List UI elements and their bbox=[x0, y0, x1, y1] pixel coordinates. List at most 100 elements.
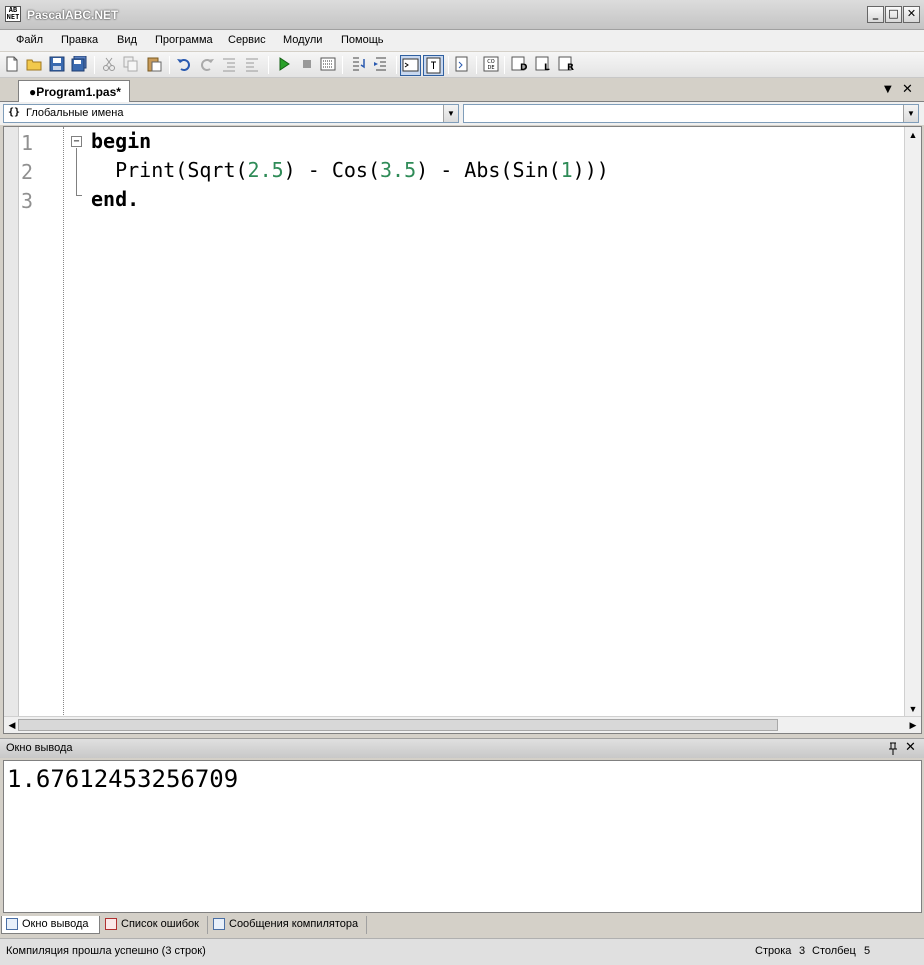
code-token: ))) bbox=[572, 158, 609, 182]
menu-edit[interactable]: Правка bbox=[61, 34, 98, 46]
braces-icon: {} bbox=[8, 107, 21, 118]
cut-icon[interactable] bbox=[101, 56, 117, 72]
redo-icon[interactable] bbox=[199, 56, 215, 72]
paste-icon[interactable] bbox=[146, 56, 162, 72]
breakpoint-gutter[interactable] bbox=[4, 127, 19, 717]
document-tab-strip: ●Program1.pas* ▼ ✕ bbox=[0, 78, 924, 102]
fold-guide-end bbox=[76, 195, 82, 196]
scope-dropdown[interactable]: {} Глобальные имена ▼ bbox=[3, 104, 459, 123]
output-window[interactable]: 1.67612453256709 bbox=[3, 760, 922, 913]
tab-close-icon[interactable]: ✕ bbox=[902, 82, 913, 97]
svg-text:R: R bbox=[567, 63, 574, 72]
navigation-bar: {} Глобальные имена ▼ ▼ bbox=[0, 102, 924, 125]
code-token: ) - Abs(Sin( bbox=[416, 158, 561, 182]
scroll-down-icon[interactable]: ▼ bbox=[905, 701, 921, 717]
watch-icon[interactable] bbox=[423, 55, 444, 76]
window-title: PascalABC.NET bbox=[27, 8, 119, 22]
fold-guide bbox=[76, 148, 77, 196]
tab-list-dropdown-icon[interactable]: ▼ bbox=[884, 84, 892, 95]
col-label: Столбец bbox=[812, 945, 856, 957]
menu-service[interactable]: Сервис bbox=[228, 34, 266, 46]
step-into-icon[interactable] bbox=[350, 56, 366, 72]
copy-icon[interactable] bbox=[123, 56, 139, 72]
scope-value: Глобальные имена bbox=[26, 107, 124, 119]
tab-label: Список ошибок bbox=[121, 918, 199, 930]
number-token: 3.5 bbox=[380, 158, 417, 182]
stop-icon[interactable] bbox=[299, 56, 315, 72]
debug-icon[interactable] bbox=[320, 56, 336, 72]
status-bar: Компиляция прошла успешно (3 строк) Стро… bbox=[0, 938, 924, 965]
output-window-icon bbox=[6, 918, 18, 930]
fold-toggle[interactable]: − bbox=[71, 136, 82, 147]
open-icon[interactable] bbox=[26, 56, 42, 72]
code-icon[interactable]: CODE bbox=[483, 56, 499, 72]
compiler-messages-icon bbox=[213, 918, 225, 930]
tab-compiler-messages[interactable]: Сообщения компилятора bbox=[209, 916, 367, 934]
row-value: 3 bbox=[799, 945, 806, 957]
keyword-token: end. bbox=[91, 187, 140, 211]
tab-label: ●Program1.pas* bbox=[29, 85, 121, 99]
bottom-tab-strip: Окно вывода Список ошибок Сообщения комп… bbox=[0, 914, 924, 936]
svg-text:DE: DE bbox=[487, 65, 494, 71]
menu-modules[interactable]: Модули bbox=[283, 34, 322, 46]
code-token: ) - Cos( bbox=[283, 158, 380, 182]
menu-program[interactable]: Программа bbox=[155, 34, 213, 46]
svg-text:D: D bbox=[520, 63, 527, 72]
error-list-icon bbox=[105, 918, 117, 930]
menu-view[interactable]: Вид bbox=[117, 34, 137, 46]
horizontal-scroll-thumb[interactable] bbox=[18, 719, 778, 731]
vertical-scrollbar[interactable]: ▲ ▼ bbox=[904, 127, 921, 717]
number-token: 2.5 bbox=[247, 158, 284, 182]
output-icon[interactable] bbox=[400, 55, 421, 76]
code-line: Print(Sqrt(2.5) - Cos(3.5) - Abs(Sin(1))… bbox=[91, 158, 609, 182]
format-icon[interactable] bbox=[454, 56, 470, 72]
close-button[interactable]: ✕ bbox=[903, 6, 920, 23]
svg-text:L: L bbox=[544, 63, 550, 72]
output-pane-header: Окно вывода ✕ bbox=[0, 738, 924, 758]
step-over-icon[interactable] bbox=[373, 56, 389, 72]
output-close-icon[interactable]: ✕ bbox=[905, 740, 916, 755]
horizontal-scrollbar[interactable]: ◀ ▶ bbox=[4, 716, 921, 733]
fold-margin bbox=[63, 127, 64, 717]
undo-icon[interactable] bbox=[176, 56, 192, 72]
code-token: Print(Sqrt( bbox=[91, 158, 248, 182]
menu-file[interactable]: Файл bbox=[16, 34, 43, 46]
view-l-icon[interactable]: L bbox=[535, 56, 551, 72]
chevron-down-icon[interactable]: ▼ bbox=[443, 105, 458, 122]
row-label: Строка bbox=[755, 945, 792, 957]
pin-icon[interactable] bbox=[887, 742, 899, 755]
code-line: end. bbox=[91, 187, 139, 211]
minimize-button[interactable]: _ bbox=[867, 6, 884, 23]
indent-icon[interactable] bbox=[221, 56, 237, 72]
tab-error-list[interactable]: Список ошибок bbox=[101, 916, 208, 934]
menu-bar: Файл Правка Вид Программа Сервис Модули … bbox=[0, 30, 924, 51]
view-d-icon[interactable]: D bbox=[511, 56, 527, 72]
line-number: 3 bbox=[21, 189, 34, 213]
save-all-icon[interactable] bbox=[71, 56, 87, 72]
member-dropdown[interactable]: ▼ bbox=[463, 104, 919, 123]
number-token: 1 bbox=[560, 158, 573, 182]
scroll-up-icon[interactable]: ▲ bbox=[905, 127, 921, 143]
line-number: 2 bbox=[21, 160, 34, 184]
run-icon[interactable] bbox=[276, 56, 292, 72]
new-file-icon[interactable] bbox=[4, 56, 20, 72]
view-r-icon[interactable]: R bbox=[558, 56, 574, 72]
chevron-down-icon[interactable]: ▼ bbox=[903, 105, 918, 122]
code-line: begin bbox=[91, 129, 151, 153]
outdent-icon[interactable] bbox=[244, 56, 260, 72]
maximize-button[interactable]: □ bbox=[885, 6, 902, 23]
col-value: 5 bbox=[864, 945, 871, 957]
app-icon: AB NET bbox=[5, 6, 21, 22]
tab-label: Сообщения компилятора bbox=[229, 918, 359, 930]
scroll-right-icon[interactable]: ▶ bbox=[905, 717, 921, 733]
output-pane-title: Окно вывода bbox=[6, 742, 73, 754]
line-number: 1 bbox=[21, 131, 34, 155]
tab-program1[interactable]: ●Program1.pas* bbox=[18, 80, 130, 102]
output-text: 1.67612453256709 bbox=[7, 765, 239, 793]
tab-output-window[interactable]: Окно вывода bbox=[1, 916, 100, 934]
menu-help[interactable]: Помощь bbox=[341, 34, 384, 46]
save-icon[interactable] bbox=[49, 56, 65, 72]
toolbar: CO DE D L R bbox=[0, 52, 924, 78]
code-editor[interactable]: 1 2 3 − begin Print(Sqrt(2.5) - Cos(3.5)… bbox=[3, 126, 922, 734]
tab-label: Окно вывода bbox=[22, 918, 89, 930]
